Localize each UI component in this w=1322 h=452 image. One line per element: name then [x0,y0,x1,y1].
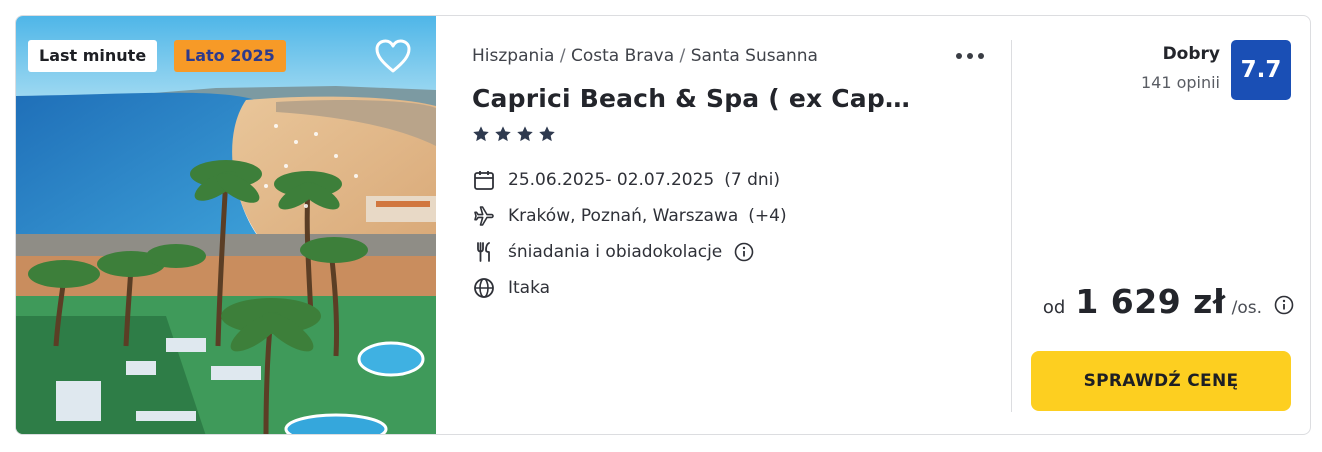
duration-value: (7 dni) [724,170,780,190]
price: od 1 629 zł /os. [1043,282,1294,321]
season-badge: Lato 2025 [174,40,286,72]
breadcrumb-country[interactable]: Hiszpania [472,46,554,66]
hotel-name[interactable]: Caprici Beach & Spa ( ex Capri… [472,84,922,113]
breadcrumb-region[interactable]: Costa Brava [571,46,674,66]
info-icon[interactable] [734,242,754,262]
last-minute-badge: Last minute [28,40,158,72]
star-icon [473,126,489,142]
dates-row: 25.06.2025- 02.07.2025 (7 dni) [472,168,780,192]
departure-row: Kraków, Poznań, Warszawa (+4) [472,204,787,228]
star-icon [517,126,533,142]
operator-row: Itaka [472,276,550,300]
globe-icon [474,278,494,298]
rating-score: 7.7 [1231,40,1291,100]
hotel-stars [472,125,556,143]
tour-operator: Itaka [508,278,551,298]
dates-value: 25.06.2025- 02.07.2025 [508,170,715,190]
board-row: śniadania i obiadokolacje [472,240,754,264]
hotel-photo[interactable]: Last minute Lato 2025 [16,16,436,434]
price-prefix: od [1042,297,1066,318]
cutlery-icon [477,242,490,262]
departure-cities: Kraków, Poznań, Warszawa [508,206,739,226]
board-type: śniadania i obiadokolacje [508,242,723,262]
breadcrumb-separator: / [679,46,686,66]
offer-info: Hiszpania / Costa Brava / Santa Susanna … [472,16,1012,434]
reviews-count[interactable]: 141 opinii [1141,73,1220,92]
calendar-icon [474,171,494,190]
divider [1011,40,1012,412]
breadcrumb-separator: / [559,46,566,66]
heart-icon[interactable] [374,38,412,74]
price-unit: /os. [1231,298,1262,318]
star-icon [539,126,555,142]
more-options-icon[interactable] [954,48,986,64]
departure-more[interactable]: (+4) [748,206,786,226]
info-icon[interactable] [1274,295,1294,315]
price-value: 1 629 zł [1075,282,1226,321]
check-price-button[interactable]: SPRAWDŹ CENĘ [1031,351,1291,411]
star-icon [495,126,511,142]
breadcrumb-city[interactable]: Santa Susanna [691,46,818,66]
beach-resort-image [16,16,436,434]
airplane-icon [474,206,494,226]
rating-label: Dobry [1162,44,1220,64]
breadcrumb: Hiszpania / Costa Brava / Santa Susanna [472,46,818,66]
offer-card[interactable]: Last minute Lato 2025 Hiszpania / Costa … [15,15,1311,435]
